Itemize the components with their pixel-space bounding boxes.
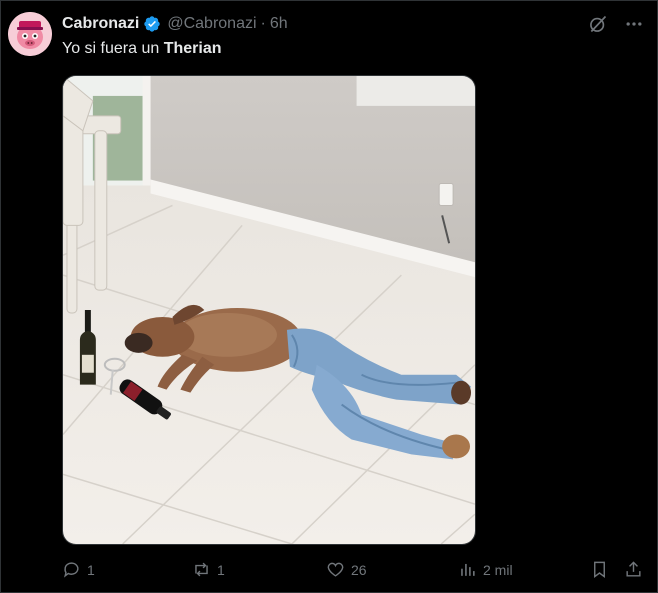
- more-icon[interactable]: [624, 14, 644, 34]
- repost-button[interactable]: 1: [192, 560, 225, 579]
- bookmark-button[interactable]: [590, 560, 609, 579]
- tweet-media[interactable]: [62, 75, 476, 545]
- reply-count: 1: [87, 561, 95, 578]
- tweet-text-prefix: Yo si fuera un: [62, 40, 164, 57]
- views-button[interactable]: 2 mil: [458, 560, 513, 579]
- action-bar: 1 1 26 2 mil: [62, 560, 646, 582]
- tweet-text-bold: Therian: [163, 40, 222, 57]
- repost-icon: [195, 562, 208, 577]
- tweet-header: Cabronazi @Cabronazi · 6h: [62, 14, 288, 34]
- timestamp[interactable]: 6h: [270, 15, 288, 33]
- like-button[interactable]: 26: [326, 560, 367, 579]
- reply-button[interactable]: 1: [62, 560, 95, 579]
- verified-badge-icon: [144, 16, 161, 32]
- avatar[interactable]: [8, 12, 52, 56]
- reply-icon: [63, 562, 79, 578]
- views-count: 2 mil: [483, 561, 513, 578]
- handle[interactable]: @Cabronazi: [167, 15, 256, 33]
- bookmark-icon: [594, 561, 605, 579]
- share-icon: [626, 561, 641, 577]
- like-icon: [327, 562, 344, 577]
- top-actions: [588, 14, 644, 34]
- display-name[interactable]: Cabronazi: [62, 15, 139, 33]
- grok-icon[interactable]: [588, 14, 608, 34]
- separator-dot: ·: [260, 15, 266, 32]
- repost-count: 1: [217, 561, 225, 578]
- tweet-text: Yo si fuera un Therian: [62, 40, 222, 58]
- like-count: 26: [351, 561, 367, 578]
- media-photo: [63, 76, 475, 544]
- views-icon: [461, 563, 475, 576]
- share-button[interactable]: [624, 560, 643, 579]
